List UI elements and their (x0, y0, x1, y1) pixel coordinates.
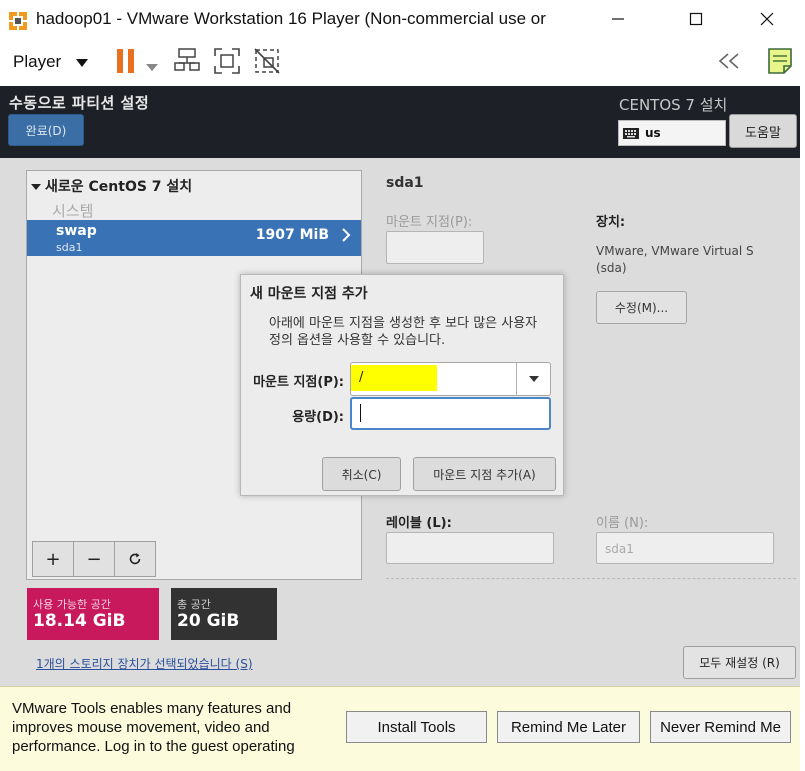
refresh-button[interactable] (114, 541, 156, 577)
available-space-label: 사용 가능한 공간 (33, 598, 111, 611)
text-highlight (351, 365, 437, 391)
add-mount-point-confirm-button[interactable]: 마운트 지점 추가(A) (413, 457, 556, 491)
text-caret (360, 404, 361, 422)
available-space-box: 사용 가능한 공간 18.14 GiB (27, 588, 159, 640)
install-group-header[interactable]: 새로운 CentOS 7 설치 (31, 176, 192, 196)
name-field[interactable]: sda1 (596, 532, 774, 564)
window-right-edge (800, 86, 805, 771)
player-menu[interactable]: Player (13, 52, 88, 72)
mount-point-name: swap (56, 223, 97, 239)
mount-point-field[interactable] (386, 231, 484, 264)
maximize-button[interactable] (673, 4, 719, 34)
available-space-value: 18.14 GiB (33, 611, 126, 631)
mount-point-item-swap[interactable]: swap sda1 1907 MiB (27, 220, 361, 256)
mount-point-combobox[interactable]: / (350, 362, 551, 396)
total-space-value: 20 GiB (177, 611, 240, 631)
chevron-down-icon (528, 376, 539, 382)
send-ctrl-alt-del-icon (174, 48, 200, 71)
chevron-right-icon (341, 227, 351, 247)
dialog-capacity-label: 용량(D): (292, 410, 344, 425)
pause-options-dropdown[interactable] (146, 57, 158, 76)
device-label: 장치: (596, 215, 626, 230)
vmware-tools-notification: VMware Tools enables many features and i… (0, 686, 800, 771)
chevron-down-icon (75, 58, 88, 67)
close-icon (760, 12, 774, 26)
send-ctrl-alt-del-button[interactable] (173, 47, 201, 79)
keyboard-icon (623, 127, 639, 139)
minimize-button[interactable] (595, 4, 641, 34)
page-title: 수동으로 파티션 설정 (9, 94, 150, 112)
total-space-label: 총 공간 (177, 598, 211, 611)
add-mount-point-dialog: 새 마운트 지점 추가 아래에 마운트 지점을 생성한 후 보다 많은 사용자 … (240, 274, 564, 496)
system-section-label: 시스템 (52, 202, 94, 220)
dropdown-icon (146, 64, 158, 71)
dialog-title: 새 마운트 지점 추가 (250, 286, 368, 302)
mount-point-actions: + − (32, 541, 156, 577)
minimize-icon (612, 18, 624, 20)
label-field[interactable] (386, 532, 554, 564)
fullscreen-icon (214, 48, 240, 74)
player-menu-label: Player (13, 52, 62, 71)
expand-triangle-icon (31, 184, 41, 190)
pause-button[interactable] (116, 48, 136, 78)
player-toolbar: Player (0, 38, 805, 86)
device-sub: (sda) (596, 261, 627, 275)
total-space-box: 총 공간 20 GiB (171, 588, 277, 640)
combobox-dropdown-button[interactable] (516, 363, 550, 395)
refresh-icon (129, 553, 141, 565)
device-value: VMware, VMware Virtual S (596, 244, 754, 258)
vmware-player-window: hadoop01 - VMware Workstation 16 Player … (0, 0, 805, 771)
install-tools-button[interactable]: Install Tools (346, 711, 487, 743)
help-button[interactable]: 도움말 (729, 114, 797, 148)
mount-point-size: 1907 MiB (255, 227, 329, 243)
distro-title: CENTOS 7 설치 (619, 96, 728, 114)
window-titlebar: hadoop01 - VMware Workstation 16 Player … (0, 0, 805, 38)
never-remind-me-button[interactable]: Never Remind Me (650, 711, 791, 743)
maximize-icon (689, 12, 703, 26)
name-field-label: 이름 (N): (596, 516, 649, 531)
modify-device-button[interactable]: 수정(M)... (596, 291, 687, 324)
dialog-mount-point-label: 마운트 지점(P): (253, 375, 344, 390)
dialog-description: 아래에 마운트 지점을 생성한 후 보다 많은 사용자 정의 옵션을 사용할 수… (269, 316, 538, 348)
install-group-title: 새로운 CentOS 7 설치 (45, 179, 193, 195)
mount-point-combobox-value: / (359, 370, 364, 385)
unity-button[interactable] (253, 47, 281, 79)
section-divider (386, 578, 796, 579)
collapse-toolbar-button[interactable] (716, 52, 742, 74)
name-field-value: sda1 (605, 542, 634, 556)
reset-all-button[interactable]: 모두 재설정 (R) (683, 646, 796, 679)
storage-devices-link[interactable]: 1개의 스토리지 장치가 선택되었습니다 (S) (36, 655, 253, 672)
capacity-input[interactable] (350, 397, 551, 430)
notes-icon (768, 48, 792, 74)
partition-heading: sda1 (386, 175, 424, 191)
pause-icon (117, 49, 134, 73)
fullscreen-button[interactable] (213, 47, 241, 79)
keyboard-layout-label: us (645, 126, 661, 140)
keyboard-layout-indicator[interactable]: us (618, 120, 726, 146)
add-mount-point-button[interactable]: + (32, 541, 74, 577)
mount-point-field-label: 마운트 지점(P): (386, 215, 473, 230)
done-button[interactable]: 완료(D) (8, 114, 84, 146)
window-title: hadoop01 - VMware Workstation 16 Player … (36, 9, 546, 28)
collapse-icon (718, 53, 739, 69)
mount-point-device: sda1 (56, 241, 83, 254)
vmware-app-icon (6, 8, 30, 32)
close-button[interactable] (744, 4, 790, 34)
installer-header: 수동으로 파티션 설정 완료(D) CENTOS 7 설치 us 도움말 (0, 86, 800, 158)
notes-button[interactable] (767, 47, 793, 79)
cancel-button[interactable]: 취소(C) (322, 457, 401, 491)
label-field-label: 레이블 (L): (386, 516, 452, 531)
tools-message: VMware Tools enables many features and i… (12, 700, 295, 755)
unity-icon (254, 48, 280, 74)
remind-me-later-button[interactable]: Remind Me Later (497, 711, 640, 743)
remove-mount-point-button[interactable]: − (73, 541, 115, 577)
